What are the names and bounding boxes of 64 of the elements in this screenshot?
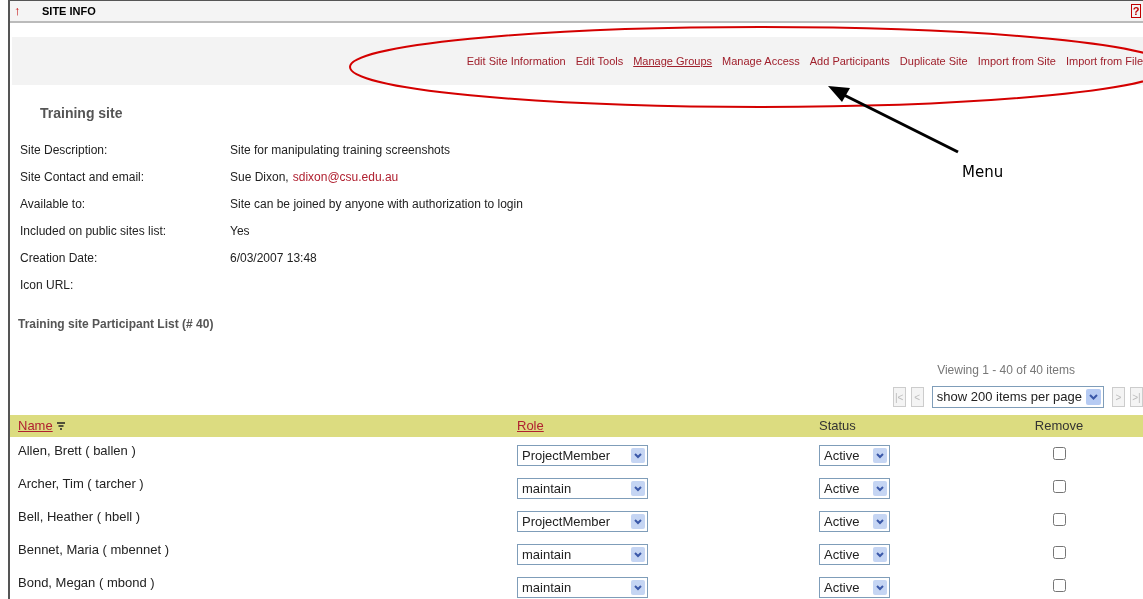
column-header: Status: [819, 417, 856, 436]
column-header: Remove: [1034, 417, 1084, 436]
email-link[interactable]: sdixon@csu.edu.au: [292, 168, 399, 186]
dropdown[interactable]: Active: [819, 544, 890, 565]
info-label: Included on public sites list:: [20, 223, 168, 240]
remove-checkbox[interactable]: [1052, 546, 1066, 559]
info-label: Site Contact and email:: [20, 169, 146, 186]
chevron-down-icon: [873, 547, 887, 562]
chevron-down-icon: [631, 580, 645, 595]
participant-name: Bell, Heather ( hbell ): [18, 509, 141, 524]
menu-link[interactable]: Add Participants: [809, 52, 890, 70]
menu-link[interactable]: Edit Tools: [575, 52, 624, 70]
column-sort-link[interactable]: Role: [517, 416, 544, 436]
dropdown[interactable]: ProjectMember: [517, 445, 648, 466]
info-label: Site Description:: [20, 142, 109, 159]
dropdown[interactable]: maintain: [517, 478, 648, 499]
annotation-label: Menu: [962, 162, 1004, 183]
participant-name: Archer, Tim ( tarcher ): [18, 476, 144, 491]
info-value: Site can be joined by anyone with authorization to login: [230, 196, 523, 213]
remove-checkbox[interactable]: [1052, 579, 1066, 592]
chevron-down-icon: [631, 547, 645, 562]
site-title: Training site: [40, 104, 124, 123]
remove-checkbox[interactable]: [1052, 447, 1066, 460]
menu-link[interactable]: Manage Access: [722, 52, 800, 70]
item-count: Viewing 1 - 40 of 40 items: [937, 362, 1075, 379]
remove-checkbox[interactable]: [1052, 480, 1066, 493]
chevron-down-icon: [631, 514, 645, 529]
menu-link[interactable]: Import from Site: [977, 52, 1056, 70]
menu-link[interactable]: Manage Groups: [633, 52, 713, 70]
info-label: Available to:: [20, 196, 87, 213]
chevron-down-icon: [631, 481, 645, 496]
dropdown[interactable]: Active: [819, 511, 890, 532]
dropdown[interactable]: ProjectMember: [517, 511, 648, 532]
info-value: Yes: [230, 223, 250, 240]
dropdown[interactable]: maintain: [517, 544, 648, 565]
remove-checkbox[interactable]: [1052, 513, 1066, 526]
info-value: 6/03/2007 13:48: [230, 250, 317, 267]
participant-name: Bond, Megan ( mbond ): [18, 575, 155, 590]
info-value: Site for manipulating training screenshots: [230, 142, 451, 159]
menu-link[interactable]: Import from File: [1066, 52, 1143, 70]
chevron-down-icon: [631, 448, 645, 463]
chevron-down-icon: [873, 580, 887, 595]
up-arrow-icon[interactable]: ↑: [14, 1, 42, 21]
dropdown[interactable]: Active: [819, 445, 890, 466]
section-heading: Training site Participant List (# 40): [18, 316, 215, 333]
dropdown[interactable]: maintain: [517, 577, 648, 598]
chevron-down-icon: [873, 514, 887, 529]
info-label: Creation Date:: [20, 250, 99, 267]
dropdown[interactable]: Active: [819, 478, 890, 499]
participant-name: Bennet, Maria ( mbennet ): [18, 542, 170, 557]
page-size-dropdown[interactable]: show 200 items per page: [931, 386, 1104, 408]
menu-link[interactable]: Edit Site Information: [466, 52, 566, 70]
dropdown[interactable]: Active: [819, 577, 890, 598]
help-icon[interactable]: ?: [1131, 4, 1141, 18]
chevron-down-icon: [1086, 389, 1101, 405]
chevron-down-icon: [873, 448, 887, 463]
menu-link[interactable]: Duplicate Site: [899, 52, 968, 70]
section-title: SITE INFO: [42, 3, 96, 19]
sort-icon: [56, 422, 65, 430]
info-value: Sue Dixon,: [230, 169, 289, 186]
column-sort-link[interactable]: Name: [18, 416, 53, 436]
chevron-down-icon: [873, 481, 887, 496]
participant-name: Allen, Brett ( ballen ): [18, 443, 136, 458]
info-label: Icon URL:: [20, 277, 75, 294]
